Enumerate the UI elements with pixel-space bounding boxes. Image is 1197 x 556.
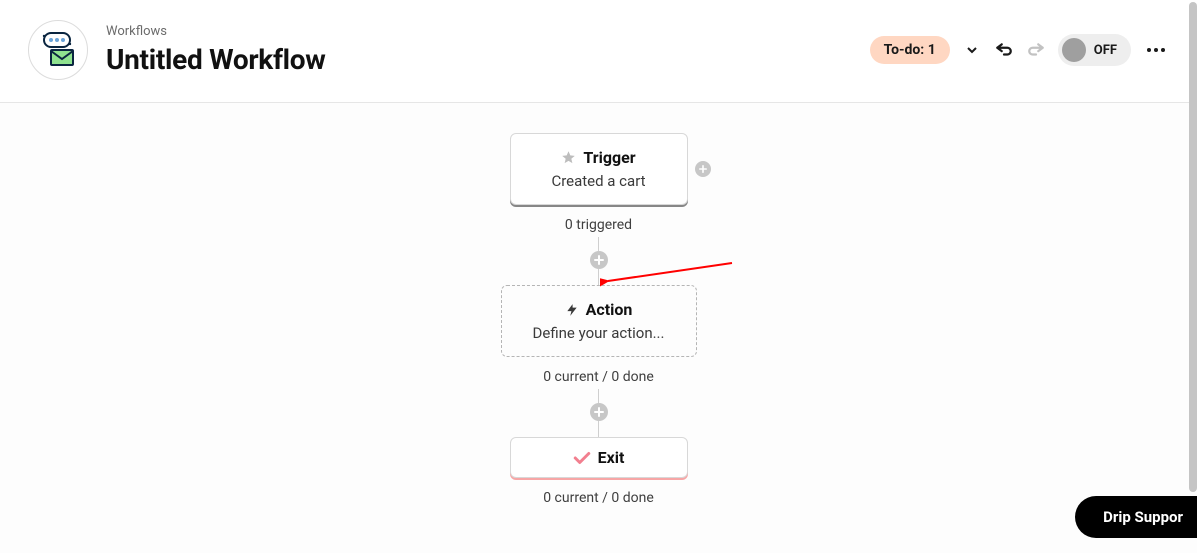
title-block: Workflows Untitled Workflow [106, 24, 326, 76]
connector-line [598, 421, 599, 437]
add-step-button-2[interactable] [590, 403, 608, 421]
exit-stat: 0 current / 0 done [543, 490, 654, 506]
workflow-toggle[interactable]: OFF [1058, 34, 1131, 66]
trigger-node[interactable]: Trigger Created a cart [510, 133, 688, 205]
undo-icon[interactable] [994, 40, 1014, 60]
exit-node[interactable]: Exit [510, 437, 688, 478]
vertical-scrollbar[interactable] [1189, 0, 1197, 556]
breadcrumb[interactable]: Workflows [106, 24, 326, 39]
check-icon [573, 451, 591, 465]
trigger-desc: Created a cart [523, 172, 675, 190]
action-node[interactable]: Action Define your action... [501, 285, 697, 357]
action-heading: Action [514, 300, 684, 319]
support-label: Drip Suppor [1103, 508, 1183, 526]
trigger-heading: Trigger [523, 148, 675, 167]
action-heading-text: Action [586, 300, 633, 319]
add-trigger-button[interactable] [695, 161, 711, 177]
more-menu-icon[interactable] [1143, 44, 1169, 56]
header-left: Workflows Untitled Workflow [28, 20, 326, 80]
header: Workflows Untitled Workflow To-do: 1 OFF [0, 0, 1197, 103]
workflow-canvas[interactable]: Trigger Created a cart 0 triggered Actio… [0, 103, 1197, 553]
bot-email-icon [38, 31, 78, 69]
redo-icon[interactable] [1026, 40, 1046, 60]
toggle-knob [1062, 38, 1086, 62]
trigger-heading-text: Trigger [583, 148, 635, 167]
connector-line [598, 389, 599, 403]
connector-line [598, 237, 599, 251]
add-step-button-1[interactable] [590, 251, 608, 269]
trigger-stat: 0 triggered [565, 217, 632, 233]
exit-heading: Exit [523, 448, 675, 467]
page-title[interactable]: Untitled Workflow [106, 43, 326, 76]
bolt-icon [565, 302, 579, 318]
workflow-flow: Trigger Created a cart 0 triggered Actio… [501, 133, 697, 510]
toggle-label: OFF [1094, 43, 1117, 58]
connector-line [598, 269, 599, 285]
exit-heading-text: Exit [598, 448, 625, 467]
scrollbar-thumb[interactable] [1189, 2, 1197, 492]
header-right: To-do: 1 OFF [870, 34, 1169, 66]
support-button[interactable]: Drip Suppor [1075, 496, 1197, 538]
workflow-logo [28, 20, 88, 80]
action-stat: 0 current / 0 done [543, 369, 654, 385]
chevron-down-icon[interactable] [962, 40, 982, 60]
star-icon [561, 150, 576, 165]
todo-badge[interactable]: To-do: 1 [870, 36, 950, 64]
action-desc: Define your action... [514, 324, 684, 342]
